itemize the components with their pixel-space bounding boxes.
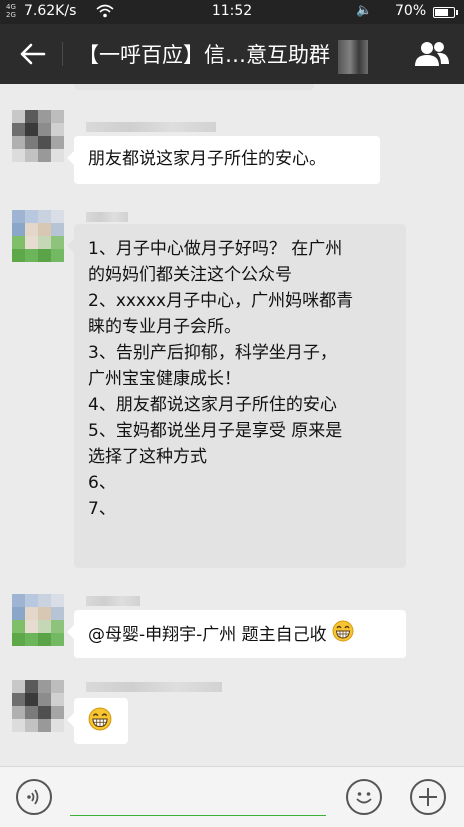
message-input[interactable] bbox=[70, 815, 326, 816]
message-bubble[interactable]: 朋友都说这家月子所住的安心。 bbox=[67, 136, 380, 184]
emoji-button[interactable] bbox=[346, 779, 382, 815]
title-bar: 【一呼百应】信…意互助群 bbox=[0, 24, 464, 84]
message-line: 的妈妈们都关注这个公众号 bbox=[88, 265, 292, 285]
message-line: 6、 bbox=[88, 473, 116, 493]
vibrate-icon: 🔈 bbox=[356, 3, 375, 18]
message-line: 5、宝妈都说坐月子是享受 原来是 bbox=[88, 421, 343, 441]
nickname-mosaic bbox=[86, 212, 128, 222]
message-text: 朋友都说这家月子所住的安心。 bbox=[88, 149, 326, 169]
title-divider bbox=[62, 42, 63, 66]
avatar[interactable] bbox=[12, 210, 64, 262]
more-button[interactable] bbox=[410, 779, 446, 815]
avatar[interactable] bbox=[12, 594, 64, 646]
message-line: 4、朋友都说这家月子所住的安心 bbox=[88, 395, 337, 415]
message-line: 3、告别产后抑郁，科学坐月子， bbox=[88, 343, 337, 363]
nickname-mosaic bbox=[86, 122, 216, 132]
battery-level bbox=[435, 9, 448, 16]
message-bubble[interactable]: 1、月子中心做月子好吗？ 在广州 的妈妈们都关注这个公众号 2、xxxxx月子中… bbox=[67, 224, 406, 568]
back-arrow-icon bbox=[20, 43, 46, 65]
nickname-mosaic bbox=[86, 682, 222, 692]
grin-emoji bbox=[88, 707, 112, 739]
chat-title: 【一呼百应】信…意互助群 bbox=[78, 43, 330, 67]
previous-message-fragment bbox=[74, 84, 314, 90]
message-line: 广州宝宝健康成长！ bbox=[88, 369, 241, 389]
voice-button[interactable] bbox=[16, 779, 52, 815]
message-line: 1、月子中心做月子好吗？ 在广州 bbox=[88, 239, 343, 259]
back-button[interactable] bbox=[14, 38, 50, 70]
group-members-icon bbox=[415, 42, 449, 66]
avatar[interactable] bbox=[12, 680, 64, 732]
grin-emoji bbox=[332, 620, 354, 650]
message-line: 选择了这种方式 bbox=[88, 447, 207, 467]
group-info-button[interactable] bbox=[412, 38, 452, 70]
battery-percent: 70% bbox=[395, 3, 427, 19]
status-bar: 4G 2G 7.62K/s 11:52 🔈 70% bbox=[0, 0, 464, 24]
title-mosaic bbox=[338, 40, 368, 74]
chat-area[interactable]: 朋友都说这家月子所住的安心。 1、月子中心做月子好吗？ 在广州 的妈妈们都关注这… bbox=[0, 84, 464, 766]
plus-icon bbox=[419, 788, 437, 806]
input-bar bbox=[0, 766, 464, 827]
voice-icon bbox=[27, 789, 39, 805]
battery-icon bbox=[433, 7, 458, 18]
smiley-icon bbox=[356, 792, 372, 804]
message-line: 2、xxxxx月子中心，广州妈咪都青 bbox=[88, 291, 354, 311]
message-bubble[interactable]: @母婴-申翔宇-广州 题主自己收 bbox=[67, 610, 406, 658]
message-text: @母婴-申翔宇-广州 题主自己收 bbox=[88, 625, 327, 645]
message-bubble[interactable] bbox=[67, 698, 128, 744]
nickname-mosaic bbox=[86, 596, 140, 606]
avatar[interactable] bbox=[12, 110, 64, 162]
message-line: 7、 bbox=[88, 499, 116, 519]
message-line: 睐的专业月子会所。 bbox=[88, 317, 241, 337]
